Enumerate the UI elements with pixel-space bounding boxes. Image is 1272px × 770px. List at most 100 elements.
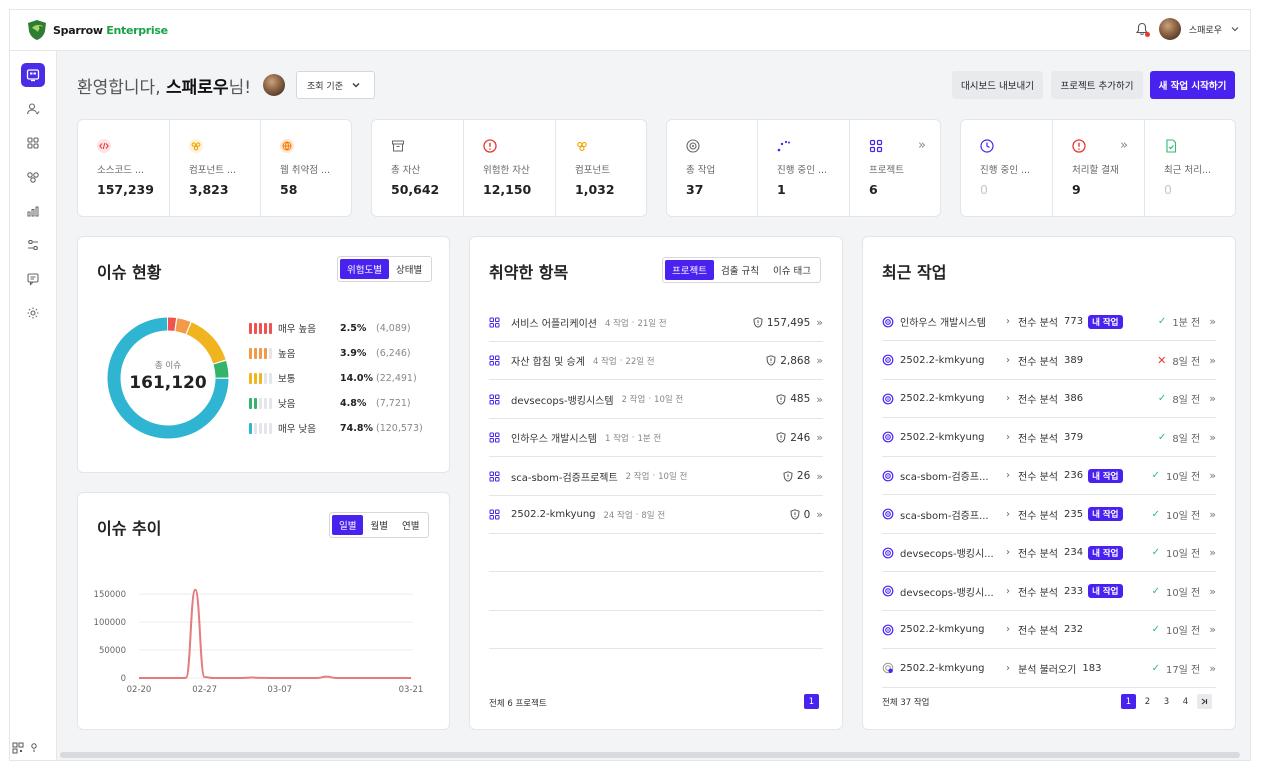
period-select[interactable]: 조회 기준 <box>296 71 375 99</box>
notification-button[interactable] <box>1133 20 1151 38</box>
stat-web-vulns[interactable]: 웹 취약점 ... 58 <box>261 120 353 216</box>
toggle-monthly[interactable]: 월별 <box>363 515 394 535</box>
double-chevron-right-icon[interactable]: » <box>816 354 823 367</box>
sidebar-item-components[interactable] <box>21 165 45 189</box>
pagination-page[interactable]: 4 <box>1178 694 1193 709</box>
double-chevron-right-icon[interactable]: » <box>1209 392 1216 405</box>
stat-total-tasks[interactable]: 총 작업 37 <box>667 120 758 216</box>
recent-work-row[interactable]: devsecops-뱅킹시... › 전수 분석 233 내 작업 ✓ 10일 전 » <box>882 573 1216 611</box>
project-updated-time: 8일 전 <box>641 510 666 521</box>
stat-asset-components[interactable]: 컴포넌트 1,032 <box>556 120 648 216</box>
vulnerable-item-row[interactable]: sca-sbom-검증프로젝트 2 작업 · 10일 전 26 » <box>489 458 823 496</box>
work-kind: 전수 분석 <box>1018 472 1058 483</box>
double-chevron-right-icon[interactable]: » <box>1209 469 1216 482</box>
stat-recent-processed[interactable]: 최근 처리... 0 <box>1145 120 1237 216</box>
double-chevron-right-icon[interactable]: » <box>1209 354 1216 367</box>
y-tick-label: 100000 <box>94 618 126 628</box>
double-chevron-right-icon[interactable]: » <box>1209 315 1216 328</box>
stat-projects[interactable]: » 프로젝트 6 <box>850 120 942 216</box>
export-dashboard-button[interactable]: 대시보드 내보내기 <box>952 71 1043 99</box>
help-icon[interactable] <box>28 742 40 754</box>
toggle-yearly[interactable]: 연별 <box>395 515 426 535</box>
toggle-detection-rules[interactable]: 검출 규칙 <box>714 260 766 280</box>
double-chevron-right-icon[interactable]: » <box>918 138 926 153</box>
recent-work-row[interactable]: 2502.2-kmkyung › 전수 분석 232 ✓ 10일 전 » <box>882 611 1216 649</box>
double-chevron-right-icon[interactable]: » <box>816 470 823 483</box>
sidebar-item-reports[interactable] <box>21 199 45 223</box>
sidebar-item-users[interactable] <box>21 97 45 121</box>
vulnerable-item-row[interactable]: 자산 합침 및 승계 4 작업 · 22일 전 2,868 » <box>489 342 823 381</box>
toggle-issue-tags[interactable]: 이슈 태그 <box>766 260 818 280</box>
sidebar-item-settings[interactable] <box>21 301 45 325</box>
new-task-button[interactable]: 새 작업 시작하기 <box>1150 71 1235 99</box>
double-chevron-right-icon[interactable]: » <box>1209 623 1216 636</box>
pagination-page[interactable]: 2 <box>1140 694 1155 709</box>
recent-work-row[interactable]: devsecops-뱅킹시... › 전수 분석 234 내 작업 ✓ 10일 전 » <box>882 534 1216 572</box>
vulnerable-item-row[interactable]: devsecops-뱅킹시스템 2 작업 · 10일 전 485 » <box>489 381 823 419</box>
trend-series-line[interactable] <box>139 588 411 679</box>
stat-source-code[interactable]: 소스코드 ... 157,239 <box>78 120 170 216</box>
pagination-page[interactable]: 3 <box>1159 694 1174 709</box>
double-chevron-right-icon[interactable]: » <box>1209 431 1216 444</box>
stat-value: 0 <box>1164 182 1172 197</box>
sidebar-item-projects[interactable] <box>21 131 45 155</box>
recent-work-row[interactable]: 인하우스 개발시스템 › 전수 분석 773 내 작업 ✓ 1분 전 » <box>882 303 1216 341</box>
double-chevron-right-icon[interactable]: » <box>1120 138 1128 153</box>
double-chevron-right-icon[interactable]: » <box>816 508 823 521</box>
last-page-icon[interactable] <box>1197 694 1212 709</box>
double-chevron-right-icon[interactable]: » <box>1209 546 1216 559</box>
double-chevron-right-icon[interactable]: » <box>816 431 823 444</box>
toggle-by-status[interactable]: 상태별 <box>389 259 429 279</box>
double-chevron-right-icon[interactable]: » <box>816 316 823 329</box>
stat-total-assets[interactable]: 총 자산 50,642 <box>372 120 464 216</box>
chevron-down-icon[interactable] <box>1230 24 1240 34</box>
vulnerable-item-row[interactable]: 2502.2-kmkyung 24 작업 · 8일 전 0 » <box>489 496 823 534</box>
project-grid-icon <box>489 317 511 328</box>
add-project-button[interactable]: 프로젝트 추가하기 <box>1051 71 1143 99</box>
recent-work-row[interactable]: sca-sbom-검증프... › 전수 분석 235 내 작업 ✓ 10일 전 » <box>882 496 1216 534</box>
project-task-count: 2 작업 <box>621 395 646 406</box>
stat-pending[interactable]: 진행 중인 ... 0 <box>961 120 1053 216</box>
double-chevron-right-icon[interactable]: » <box>816 393 823 406</box>
stat-risky-assets[interactable]: 위험한 자산 12,150 <box>464 120 556 216</box>
double-chevron-right-icon[interactable]: » <box>1209 662 1216 675</box>
recent-work-row[interactable]: sca-sbom-검증프... › 전수 분석 236 내 작업 ✓ 10일 전 » <box>882 457 1216 495</box>
recent-work-row[interactable]: 2502.2-kmkyung › 전수 분석 386 ✓ 8일 전 » <box>882 380 1216 418</box>
sidebar-item-dashboard[interactable] <box>21 63 45 87</box>
pagination-page[interactable]: 1 <box>804 694 819 709</box>
recent-work-row[interactable]: 2502.2-kmkyung › 전수 분석 389 ✕ 8일 전 » <box>882 342 1216 380</box>
qr-icon[interactable] <box>12 742 24 754</box>
sidebar-item-policies[interactable] <box>21 233 45 257</box>
recent-work-row[interactable]: 2502.2-kmkyung › 전수 분석 379 ✓ 8일 전 » <box>882 419 1216 457</box>
vulnerable-item-row[interactable]: 인하우스 개발시스템 1 작업 · 1분 전 246 » <box>489 419 823 458</box>
toggle-by-risk[interactable]: 위험도별 <box>340 259 389 279</box>
shield-icon <box>766 355 776 367</box>
severity-bars-icon <box>249 372 278 384</box>
double-chevron-right-icon[interactable]: » <box>1209 508 1216 521</box>
vulnerable-item-row[interactable]: 서비스 어플리케이션 4 작업 · 21일 전 157,495 » <box>489 304 823 342</box>
shield-icon <box>776 394 786 405</box>
double-chevron-right-icon[interactable]: » <box>1209 585 1216 598</box>
user-name[interactable]: 스패로우 <box>1189 23 1222 36</box>
meta-separator: · <box>635 509 639 520</box>
target-icon <box>685 138 701 154</box>
user-avatar[interactable] <box>1158 18 1181 40</box>
recent-work-row[interactable]: 2502.2-kmkyung › 분석 불러오기 183 ✓ 17일 전 » <box>882 650 1216 688</box>
work-status: ✓ 8일 전 <box>1158 430 1200 445</box>
sidebar-item-approvals[interactable] <box>21 267 45 291</box>
toggle-daily[interactable]: 일별 <box>332 515 364 535</box>
stat-value: 58 <box>280 182 298 197</box>
stat-approvals-todo[interactable]: » 처리할 결재 9 <box>1053 120 1145 216</box>
work-kind: 전수 분석 <box>1018 356 1058 368</box>
user-icon <box>26 103 40 115</box>
severity-bars-icon <box>249 347 278 359</box>
greeting-avatar <box>263 74 285 96</box>
pagination-page[interactable]: 1 <box>1121 694 1136 709</box>
target-icon <box>882 470 900 482</box>
stat-components[interactable]: 컴포넌트 ... 3,823 <box>170 120 261 216</box>
work-project-name: 인하우스 개발시스템 <box>900 318 986 329</box>
brand-logo[interactable]: Sparrow Enterprise <box>26 19 168 41</box>
toggle-projects[interactable]: 프로젝트 <box>665 260 714 280</box>
stat-running-tasks[interactable]: 진행 중인 ... 1 <box>758 120 850 216</box>
horizontal-scrollbar[interactable] <box>60 752 1240 758</box>
